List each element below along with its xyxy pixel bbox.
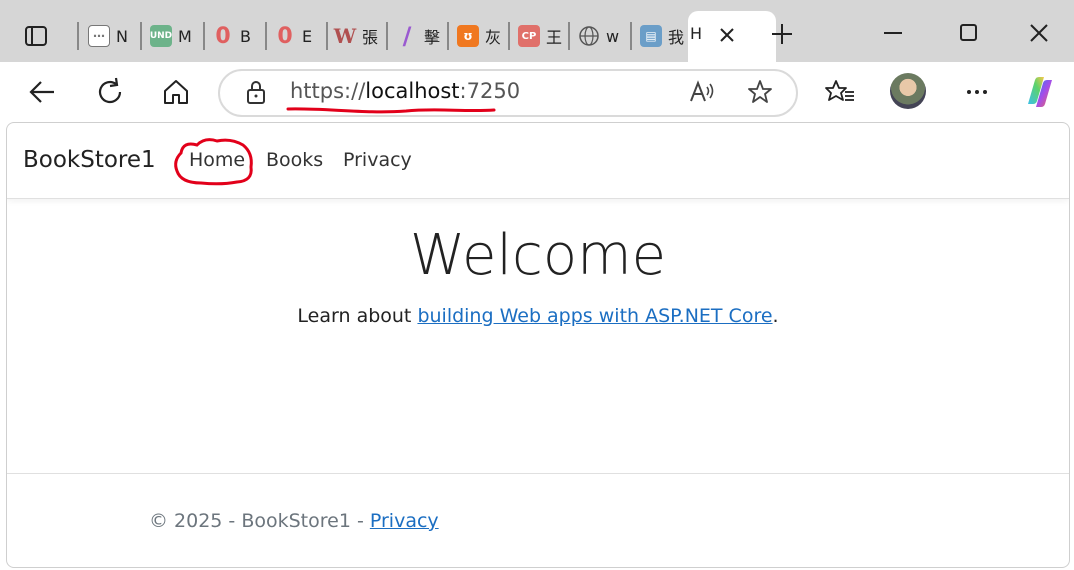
- orange-icon: ʊ: [457, 25, 479, 47]
- tab-label: 擊: [424, 28, 441, 47]
- favorites-icon[interactable]: [824, 78, 856, 106]
- site-footer: © 2025 - BookStore1 - Privacy: [7, 473, 1069, 567]
- page-viewport: BookStore1 Home Books Privacy Welcome Le…: [6, 122, 1070, 568]
- url-scheme: https://: [290, 79, 366, 103]
- tab-7[interactable]: ʊ 灰: [457, 20, 501, 52]
- footer-text: © 2025 - BookStore1 - Privacy: [149, 510, 439, 532]
- tab-separator: [630, 22, 632, 50]
- red-o-icon: 0: [277, 23, 293, 49]
- avatar[interactable]: [890, 73, 926, 109]
- intro-text: Learn about building Web apps with ASP.N…: [7, 305, 1069, 327]
- more-options-icon[interactable]: [964, 82, 990, 102]
- brand-link[interactable]: BookStore1: [23, 147, 156, 173]
- tab-9[interactable]: w: [578, 20, 619, 52]
- footer-copyright: © 2025 - BookStore1 -: [149, 510, 370, 532]
- und-icon: UND: [150, 25, 172, 47]
- active-tab-label: H: [690, 24, 703, 43]
- tab-5[interactable]: W 張: [334, 20, 378, 52]
- url-text[interactable]: https://localhost:7250: [290, 79, 520, 103]
- nav-books[interactable]: Books: [266, 149, 323, 171]
- tab-label: w: [606, 26, 620, 46]
- tab-separator: [326, 22, 328, 50]
- tab-1[interactable]: ⋯ N: [88, 20, 128, 52]
- lock-icon[interactable]: [244, 79, 268, 105]
- copilot-icon[interactable]: [1022, 74, 1058, 110]
- page-heading: Welcome: [409, 223, 667, 288]
- w-icon: W: [333, 24, 357, 48]
- globe-icon: [578, 25, 600, 47]
- nav-privacy[interactable]: Privacy: [343, 149, 412, 171]
- tab-separator: [140, 22, 142, 50]
- tab-label: E: [302, 26, 313, 46]
- read-aloud-icon[interactable]: [688, 79, 714, 105]
- footer-privacy-link[interactable]: Privacy: [370, 510, 439, 532]
- intro-prefix: Learn about: [297, 305, 418, 327]
- tab-separator: [265, 22, 267, 50]
- slash-icon: /: [402, 22, 412, 50]
- tab-separator: [447, 22, 449, 50]
- tab-separator: [386, 22, 388, 50]
- tab-label: 灰: [485, 28, 502, 47]
- tab-label: M: [178, 26, 192, 46]
- intro-suffix: .: [772, 305, 779, 327]
- calendar-icon: ⋯: [88, 25, 110, 47]
- doc-icon: ▤: [640, 25, 662, 47]
- url-port: :7250: [459, 79, 521, 103]
- tab-actions-icon[interactable]: [22, 22, 50, 50]
- tab-4[interactable]: 0 E: [274, 20, 312, 52]
- tab-8[interactable]: CP 王: [518, 20, 562, 52]
- minimize-icon[interactable]: [882, 22, 904, 44]
- favorite-star-icon[interactable]: [746, 78, 774, 106]
- aspnet-docs-link[interactable]: building Web apps with ASP.NET Core: [417, 305, 772, 327]
- cp-icon: CP: [518, 25, 540, 47]
- close-window-icon[interactable]: [1028, 22, 1050, 44]
- back-icon[interactable]: [26, 76, 58, 108]
- site-navbar: BookStore1 Home Books Privacy: [7, 123, 1069, 199]
- tab-label: B: [240, 26, 251, 46]
- tab-label: N: [116, 26, 128, 46]
- red-underline-annotation: [286, 107, 496, 114]
- close-tab-icon[interactable]: [716, 24, 738, 46]
- url-host: localhost: [365, 79, 460, 103]
- tab-separator: [77, 22, 79, 50]
- tab-label: 張: [362, 28, 379, 47]
- tab-10[interactable]: ▤ 我: [640, 20, 684, 52]
- tab-separator: [568, 22, 570, 50]
- tab-label: 王: [546, 28, 563, 47]
- red-o-icon: 0: [215, 23, 231, 49]
- maximize-icon[interactable]: [958, 22, 980, 44]
- refresh-icon[interactable]: [94, 76, 126, 108]
- tab-2[interactable]: UND M: [150, 20, 192, 52]
- tab-separator: [203, 22, 205, 50]
- tab-bar: ⋯ N UND M 0 B 0 E W 張 / 擊 ʊ 灰 CP 王 w ▤ 我…: [0, 0, 1074, 62]
- tab-separator: [508, 22, 510, 50]
- new-tab-icon[interactable]: [770, 22, 794, 46]
- nav-home[interactable]: Home: [189, 149, 245, 171]
- home-icon[interactable]: [160, 76, 192, 108]
- tab-6[interactable]: / 擊: [396, 20, 440, 52]
- tab-3[interactable]: 0 B: [212, 20, 251, 52]
- tab-label: 我: [668, 28, 685, 47]
